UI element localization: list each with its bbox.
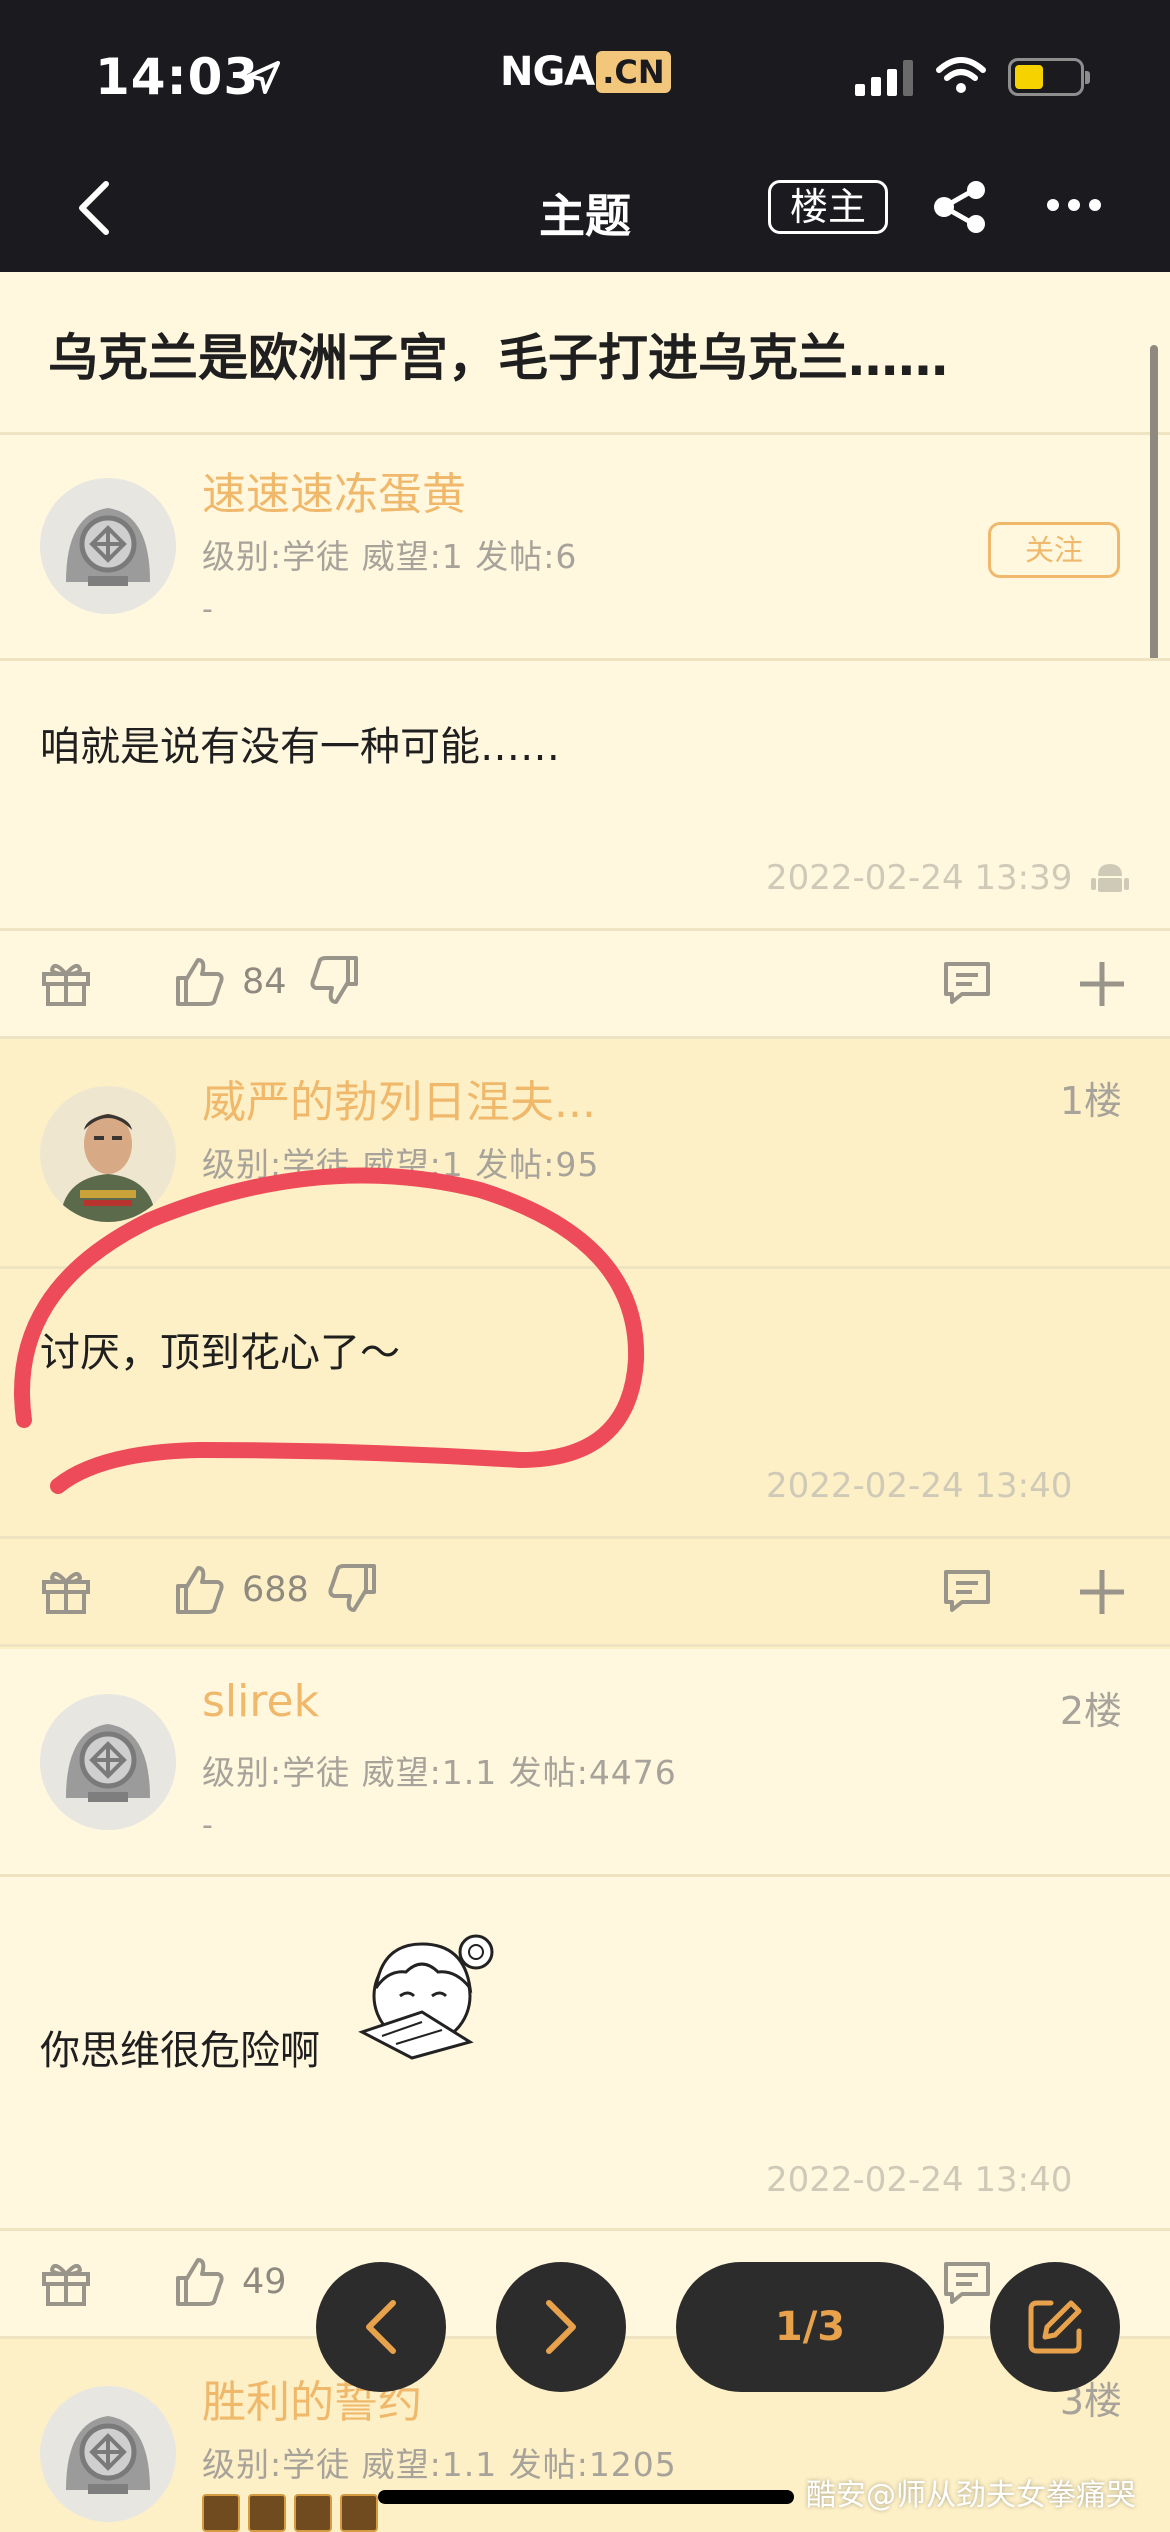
logo-text: NGA [500, 49, 595, 95]
diving-helmet-icon [40, 2386, 176, 2522]
comment-icon[interactable] [942, 2258, 992, 2306]
wifi-icon [936, 57, 986, 93]
post-content: 你思维很危险啊 [40, 2028, 320, 2074]
divider [0, 928, 1170, 931]
signal-icon [855, 60, 913, 96]
more-options-icon[interactable] [1046, 198, 1102, 212]
only-op-button[interactable]: 楼主 [768, 180, 888, 234]
location-arrow-icon [247, 61, 280, 94]
avatar[interactable] [40, 478, 176, 614]
diving-helmet-icon [40, 478, 176, 614]
gift-icon[interactable] [40, 1566, 92, 1616]
gift-icon[interactable] [40, 2258, 92, 2308]
gift-icon[interactable] [40, 958, 92, 1008]
plus-icon[interactable] [1076, 958, 1128, 1010]
username[interactable]: 威严的勃列日涅夫... [202, 1066, 596, 1130]
page-title: 主题 [539, 189, 631, 243]
post-timestamp: 2022-02-24 13:39 [766, 858, 1073, 898]
status-time: 14:03 [95, 48, 260, 106]
username[interactable]: 速速速冻蛋黄 [202, 458, 466, 522]
user-stats: 级别:学徒 威望:1.1 发帖:4476 [202, 1753, 677, 1792]
avatar[interactable] [40, 2386, 176, 2522]
user-stats: 级别:学徒 威望:1 发帖:6 [202, 537, 578, 576]
follow-button[interactable]: 关注 [988, 522, 1120, 578]
post-timestamp: 2022-02-24 13:40 [766, 1466, 1073, 1506]
post-actions: 84 [0, 932, 1170, 1032]
logo-domain: .CN [596, 51, 671, 93]
app-logo: NGA .CN [500, 49, 671, 95]
top-bar: 14:03 NGA .CN 主题 楼主 [0, 0, 1170, 272]
comment-icon[interactable] [942, 1566, 992, 1614]
red-annotation-circle [14, 1167, 645, 1494]
username[interactable]: slirek [202, 1676, 319, 1727]
user-signature: - [202, 1808, 213, 1843]
user-signature: - [202, 592, 213, 627]
post-content: 咱就是说有没有一种可能…… [40, 724, 560, 770]
divider [0, 1644, 1170, 1647]
divider [0, 658, 1170, 661]
divider [0, 2228, 1170, 2231]
home-indicator[interactable] [378, 2490, 794, 2504]
edit-icon [1028, 2300, 1082, 2354]
diving-helmet-icon [40, 1694, 176, 1830]
thumbs-up-icon[interactable] [172, 954, 226, 1008]
divider [0, 1536, 1170, 1539]
page-indicator-button[interactable]: 1/3 [676, 2262, 944, 2392]
user-stats: 级别:学徒 威望:1.1 发帖:1205 [202, 2445, 677, 2484]
previous-page-button[interactable] [316, 2262, 446, 2392]
sticker-emoji-icon [358, 1934, 494, 2060]
floor-number: 2楼 [1059, 1689, 1122, 1733]
like-count: 688 [242, 1570, 309, 1610]
like-count: 49 [242, 2262, 287, 2302]
like-count: 84 [242, 962, 287, 1002]
android-icon [1091, 864, 1129, 892]
chevron-left-icon [366, 2300, 396, 2354]
thumbs-up-icon[interactable] [172, 2254, 226, 2308]
plus-icon[interactable] [1076, 1566, 1128, 1618]
battery-icon [1008, 58, 1090, 96]
thumbs-down-icon[interactable] [326, 1562, 380, 1616]
divider [0, 432, 1170, 435]
scrollbar[interactable] [1150, 345, 1158, 661]
user-badges [202, 2494, 378, 2532]
divider [0, 1874, 1170, 1877]
reply-button[interactable] [990, 2262, 1120, 2392]
floor-number: 1楼 [1059, 1079, 1122, 1123]
topic-title: 乌克兰是欧洲子宫，毛子打进乌克兰…… [48, 329, 948, 387]
post-timestamp: 2022-02-24 13:40 [766, 2160, 1073, 2200]
chevron-right-icon [546, 2300, 576, 2354]
comment-icon[interactable] [942, 958, 992, 1006]
thumbs-down-icon[interactable] [308, 954, 362, 1008]
post-actions: 688 [0, 1540, 1170, 1640]
watermark: 酷安@师从劲夫女拳痛哭 [806, 2478, 1136, 2513]
share-icon[interactable] [930, 180, 990, 234]
thumbs-up-icon[interactable] [172, 1562, 226, 1616]
avatar[interactable] [40, 1694, 176, 1830]
next-page-button[interactable] [496, 2262, 626, 2392]
